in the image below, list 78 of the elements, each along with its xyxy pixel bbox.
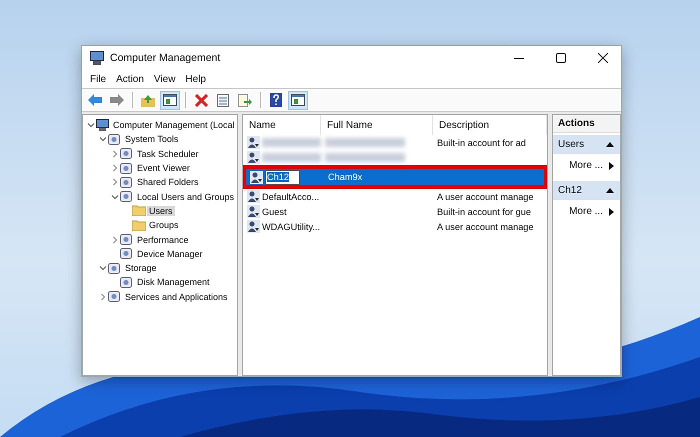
window-title: Computer Management	[110, 52, 220, 64]
collapse-chevron-icon[interactable]	[110, 192, 120, 201]
close-icon	[598, 53, 608, 63]
tree-item[interactable]: Disk Management	[135, 277, 212, 288]
app-icon	[90, 51, 104, 65]
tree-item[interactable]: Shared Folders	[135, 177, 201, 188]
toolbar-button[interactable]	[288, 90, 308, 110]
pane-icon	[163, 94, 177, 106]
column-header[interactable]: Full Name	[321, 115, 433, 135]
redacted-text	[262, 153, 321, 162]
column-header[interactable]: Name	[243, 115, 321, 135]
table-row[interactable]: Built-in account for ad	[243, 135, 547, 150]
tree-item[interactable]: Groups	[147, 220, 181, 230]
menu-item[interactable]: Help	[185, 74, 206, 84]
menu-item[interactable]: File	[90, 74, 106, 84]
action-section-header[interactable]: Users	[553, 135, 620, 154]
tree-item[interactable]: Local Users and Groups	[135, 192, 236, 202]
computer-icon	[96, 119, 109, 132]
action-link[interactable]: More ...	[569, 206, 603, 217]
folder-up-icon	[141, 94, 155, 106]
full-name: Cham9x	[328, 172, 362, 182]
tree-item[interactable]: Users	[147, 206, 175, 216]
user-name: Guest	[262, 206, 287, 216]
tree-item[interactable]: Services and Applications	[123, 292, 230, 302]
action-section-header[interactable]: Ch12	[553, 181, 620, 200]
table-row[interactable]: WDAGUtility... A user account manage	[243, 219, 547, 234]
user-name: WDAGUtility...	[262, 222, 320, 232]
forward-arrow-icon	[110, 94, 124, 106]
tree-item[interactable]: Device Manager	[135, 248, 205, 259]
column-header[interactable]: Description	[433, 115, 547, 135]
table-row[interactable]: DefaultAcco... A user account manage	[243, 189, 547, 204]
highlighted-row[interactable]: Ch12 Cham9x	[246, 169, 544, 185]
tree-item[interactable]: Task Scheduler	[135, 148, 201, 159]
user-icon	[247, 136, 260, 149]
back-arrow-icon	[88, 94, 102, 106]
rename-field[interactable]: Ch12	[265, 170, 300, 184]
description: A user account manage	[437, 222, 534, 232]
description: Built-in account for ad	[437, 138, 526, 148]
table-row[interactable]: Guest Built-in account for gue	[243, 204, 547, 219]
pane-icon	[291, 94, 305, 106]
user-icon	[247, 205, 260, 218]
user-icon	[247, 220, 260, 233]
user-icon	[247, 190, 260, 203]
tree-item[interactable]: Computer Management (Local	[111, 120, 237, 130]
user-icon	[247, 151, 260, 164]
redacted-text	[262, 138, 321, 147]
folder-icon	[132, 220, 146, 231]
user-icon	[250, 170, 263, 184]
user-name: DefaultAcco...	[262, 192, 320, 202]
collapse-chevron-icon[interactable]	[98, 264, 108, 272]
submenu-arrow-icon	[609, 208, 614, 216]
tree-item[interactable]: System Tools	[123, 134, 180, 144]
toolbar-button[interactable]	[160, 90, 180, 110]
description: A user account manage	[437, 192, 534, 202]
expand-chevron-icon[interactable]	[110, 150, 120, 158]
expand-chevron-icon[interactable]	[110, 164, 120, 172]
export-list-icon	[238, 94, 252, 106]
help-icon	[270, 93, 282, 107]
expand-chevron-icon[interactable]	[110, 236, 120, 244]
collapse-chevron-icon[interactable]	[98, 135, 108, 144]
folder-icon	[132, 205, 146, 216]
menu-item[interactable]: Action	[116, 74, 144, 84]
collapse-chevron-icon[interactable]	[86, 121, 96, 130]
expand-chevron-icon[interactable]	[98, 292, 108, 301]
section-title: Users	[558, 139, 584, 150]
properties-icon	[217, 94, 229, 106]
submenu-arrow-icon	[609, 162, 614, 170]
menu-item[interactable]: View	[154, 74, 176, 84]
maximize-icon	[556, 53, 566, 63]
description: Built-in account for gue	[437, 206, 531, 216]
section-title: Ch12	[558, 185, 582, 196]
actions-title: Actions	[553, 115, 620, 133]
tree-item[interactable]: Performance	[135, 234, 191, 245]
action-link[interactable]: More ...	[569, 160, 603, 171]
tree-item[interactable]: Event Viewer	[135, 163, 192, 174]
expand-chevron-icon[interactable]	[110, 178, 120, 186]
tree-item[interactable]: Storage	[123, 263, 159, 274]
delete-icon	[194, 94, 208, 106]
